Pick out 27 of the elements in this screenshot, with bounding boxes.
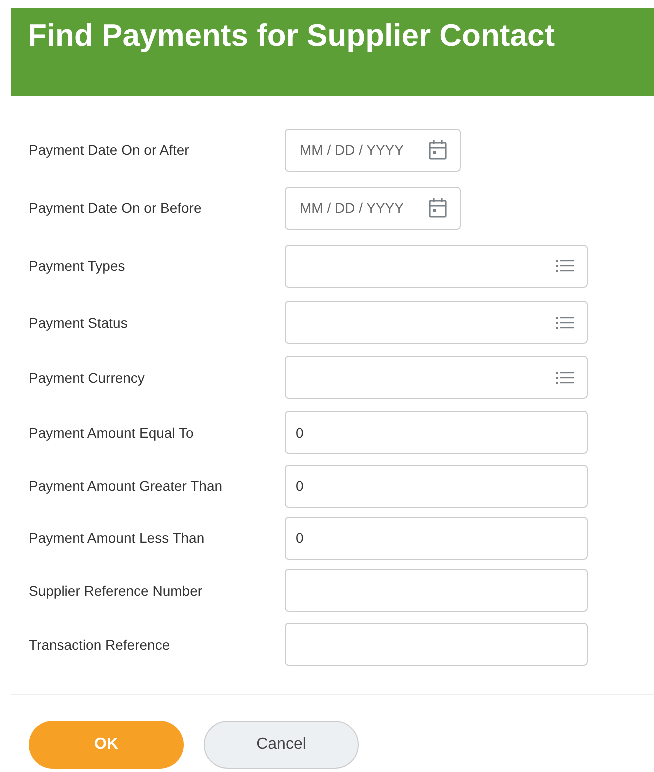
date-field[interactable]: MM / DD / YYYY bbox=[285, 128, 461, 172]
field-label: Transaction Reference bbox=[29, 636, 172, 652]
select-field[interactable] bbox=[285, 301, 588, 344]
select-field[interactable] bbox=[285, 356, 588, 399]
list-icon[interactable] bbox=[555, 314, 575, 330]
cancel-button[interactable]: Cancel bbox=[204, 721, 359, 769]
text-field[interactable] bbox=[285, 569, 588, 612]
field-label: Payment Amount Equal To bbox=[29, 424, 195, 440]
list-icon[interactable] bbox=[555, 258, 575, 274]
field-label: Payment Date On or Before bbox=[29, 200, 203, 216]
calendar-icon[interactable] bbox=[428, 197, 448, 219]
field-label: Payment Types bbox=[29, 258, 126, 274]
field-label: Payment Status bbox=[29, 314, 129, 330]
list-icon[interactable] bbox=[555, 370, 575, 386]
select-field[interactable] bbox=[285, 244, 588, 288]
text-field[interactable]: 0 bbox=[285, 516, 588, 560]
field-label: Payment Amount Less Than bbox=[29, 530, 206, 546]
field-label: Payment Date On or After bbox=[29, 142, 190, 158]
text-field[interactable] bbox=[285, 623, 588, 666]
field-label: Payment Currency bbox=[29, 370, 146, 386]
field-label: Supplier Reference Number bbox=[29, 582, 204, 598]
page-title: Find Payments for Supplier Contact bbox=[28, 18, 556, 54]
text-field[interactable]: 0 bbox=[285, 411, 588, 454]
calendar-icon[interactable] bbox=[428, 139, 448, 161]
text-field[interactable]: 0 bbox=[285, 464, 588, 508]
date-field[interactable]: MM / DD / YYYY bbox=[285, 186, 461, 230]
field-label: Payment Amount Greater Than bbox=[29, 478, 224, 494]
